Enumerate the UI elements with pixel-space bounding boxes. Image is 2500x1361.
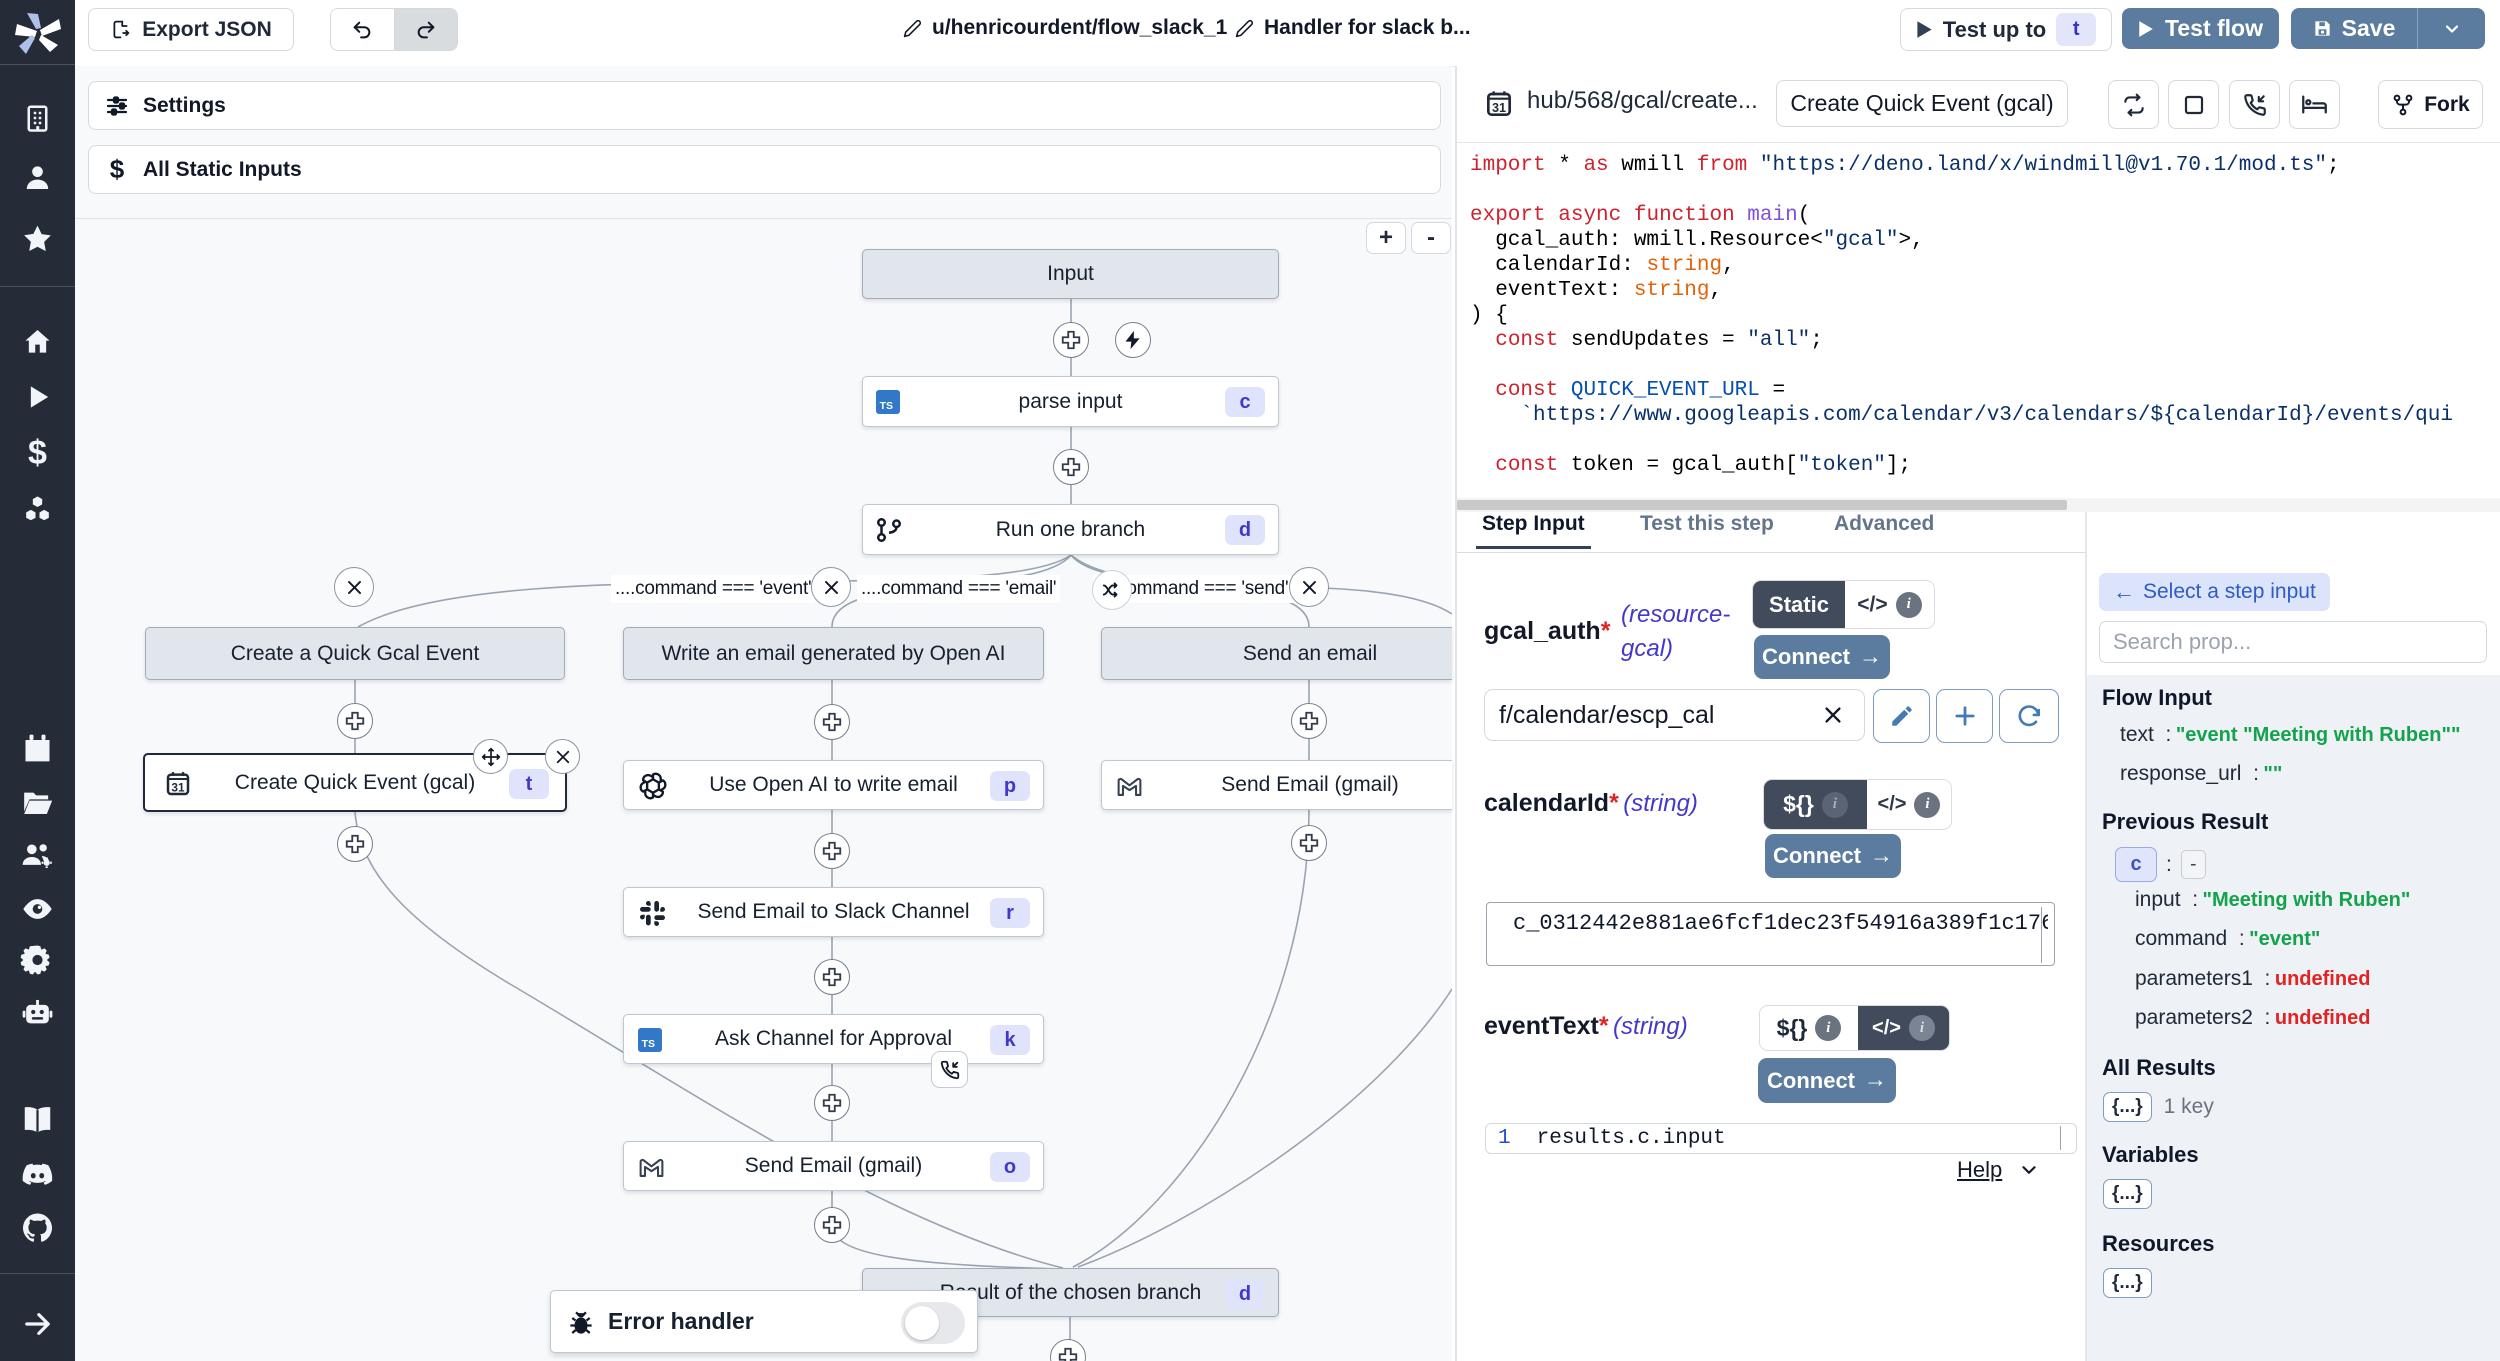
svg-text:31: 31 (1492, 101, 1506, 115)
